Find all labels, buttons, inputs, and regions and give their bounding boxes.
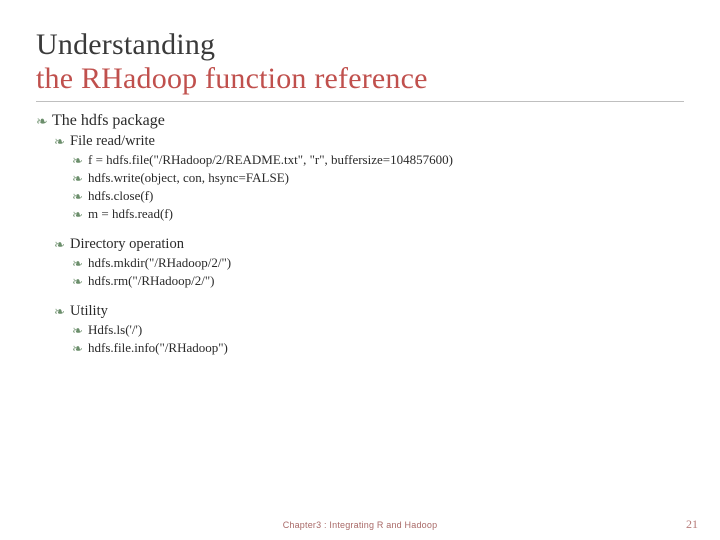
bullet-icon: ❧ bbox=[54, 135, 70, 148]
group-heading-text: File read/write bbox=[70, 133, 684, 150]
list-item: ❧ hdfs.mkdir("/RHadoop/2/") bbox=[72, 255, 684, 271]
list-item-text: Hdfs.ls('/') bbox=[88, 322, 684, 338]
bullet-icon: ❧ bbox=[72, 208, 88, 221]
group-heading: ❧ Utility bbox=[54, 303, 684, 320]
title-rule bbox=[36, 101, 684, 102]
list-item-text: hdfs.write(object, con, hsync=FALSE) bbox=[88, 170, 684, 186]
page-number: 21 bbox=[686, 517, 698, 532]
content-body: ❧ The hdfs package ❧ File read/write ❧ f… bbox=[36, 112, 684, 356]
slide: Understanding the RHadoop function refer… bbox=[0, 0, 720, 540]
list-item: ❧ hdfs.close(f) bbox=[72, 188, 684, 204]
list-item-text: m = hdfs.read(f) bbox=[88, 206, 684, 222]
group-heading-text: Directory operation bbox=[70, 236, 684, 253]
bullet-icon: ❧ bbox=[72, 154, 88, 167]
bullet-icon: ❧ bbox=[72, 172, 88, 185]
list-item-text: hdfs.rm("/RHadoop/2/") bbox=[88, 273, 684, 289]
section-heading: ❧ The hdfs package bbox=[36, 112, 684, 130]
bullet-icon: ❧ bbox=[36, 116, 52, 130]
group-heading: ❧ File read/write bbox=[54, 133, 684, 150]
list-item-text: hdfs.file.info("/RHadoop") bbox=[88, 340, 684, 356]
bullet-icon: ❧ bbox=[72, 257, 88, 270]
section-heading-text: The hdfs package bbox=[52, 112, 684, 130]
bullet-icon: ❧ bbox=[72, 275, 88, 288]
title-line-2: the RHadoop function reference bbox=[36, 62, 428, 95]
footer: Chapter3 : Integrating R and Hadoop bbox=[0, 520, 720, 530]
title-line-1: Understanding bbox=[36, 28, 215, 61]
list-item: ❧ hdfs.rm("/RHadoop/2/") bbox=[72, 273, 684, 289]
list-item: ❧ m = hdfs.read(f) bbox=[72, 206, 684, 222]
list-item: ❧ hdfs.file.info("/RHadoop") bbox=[72, 340, 684, 356]
bullet-icon: ❧ bbox=[54, 238, 70, 251]
group-heading: ❧ Directory operation bbox=[54, 236, 684, 253]
bullet-icon: ❧ bbox=[72, 190, 88, 203]
list-item: ❧ hdfs.write(object, con, hsync=FALSE) bbox=[72, 170, 684, 186]
list-item-text: hdfs.mkdir("/RHadoop/2/") bbox=[88, 255, 684, 271]
bullet-icon: ❧ bbox=[72, 324, 88, 337]
footer-text: Chapter3 : Integrating R and Hadoop bbox=[283, 520, 438, 530]
list-item: ❧ f = hdfs.file("/RHadoop/2/README.txt",… bbox=[72, 152, 684, 168]
list-item-text: f = hdfs.file("/RHadoop/2/README.txt", "… bbox=[88, 152, 684, 168]
group-heading-text: Utility bbox=[70, 303, 684, 320]
slide-title: Understanding the RHadoop function refer… bbox=[36, 28, 684, 95]
bullet-icon: ❧ bbox=[54, 305, 70, 318]
bullet-icon: ❧ bbox=[72, 342, 88, 355]
list-item: ❧ Hdfs.ls('/') bbox=[72, 322, 684, 338]
list-item-text: hdfs.close(f) bbox=[88, 188, 684, 204]
